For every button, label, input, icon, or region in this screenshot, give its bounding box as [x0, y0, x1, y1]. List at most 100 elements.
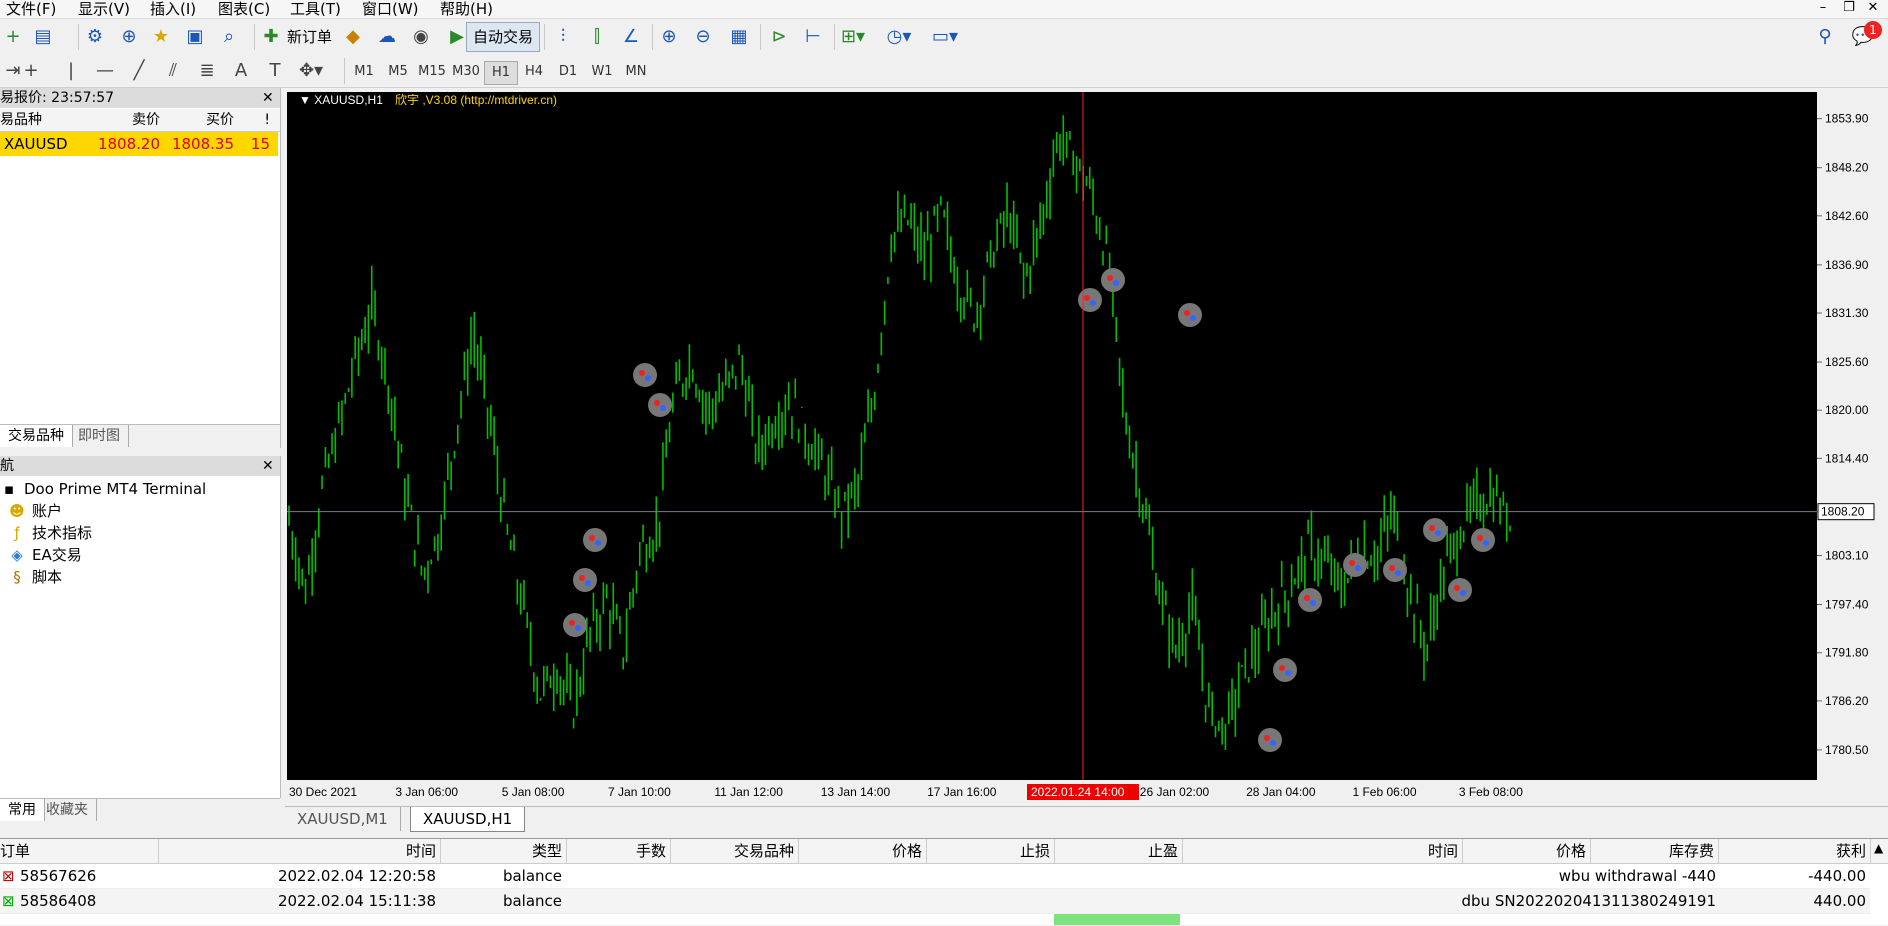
timeframe-m15[interactable]: M15	[416, 61, 448, 83]
chart-tab-m1[interactable]: XAUUSD,M1	[285, 807, 401, 831]
column-ask[interactable]: 买价	[166, 109, 234, 131]
column-tp[interactable]: 止盈	[1054, 839, 1183, 863]
nav-item-experts[interactable]: ◈ EA交易	[8, 544, 82, 566]
timeframe-h4[interactable]: H4	[518, 61, 550, 83]
periods-dropdown-icon[interactable]: ◷▾	[886, 24, 912, 50]
new-order-button[interactable]: 新订单	[280, 22, 339, 52]
nav-item-accounts[interactable]: ☻ 账户	[8, 500, 62, 522]
indicators-icon: ƒ	[14, 524, 20, 542]
timeframe-h1[interactable]: H1	[484, 61, 518, 85]
tab-symbols[interactable]: 交易品种	[0, 425, 73, 447]
close-icon[interactable]: ✕	[1864, 0, 1882, 16]
vertical-line-icon[interactable]: |	[58, 58, 84, 84]
candlestick-icon[interactable]: ⫿	[584, 24, 610, 50]
search-icon[interactable]: ⚲	[1812, 24, 1838, 50]
sell-marker	[1285, 670, 1291, 676]
terminal-window-icon[interactable]: ▣	[182, 24, 208, 50]
close-icon[interactable]: ✕	[262, 456, 274, 476]
column-sl[interactable]: 止损	[926, 839, 1055, 863]
crosshair-icon[interactable]: +	[18, 58, 44, 84]
column-sl-label: 止损	[1019, 842, 1050, 860]
market-watch-row[interactable]: XAUUSD 1808.20 1808.35 15	[0, 132, 278, 156]
timeframe-m30[interactable]: M30	[450, 61, 482, 83]
arrows-dropdown-icon[interactable]: ✥▾	[298, 58, 324, 84]
text-label-icon[interactable]: T	[262, 58, 288, 84]
menu-tools[interactable]: 工具(T)	[290, 0, 341, 19]
column-close-price[interactable]: 价格	[1462, 839, 1591, 863]
restore-icon[interactable]: ❐	[1840, 0, 1858, 16]
tab-tick-chart[interactable]: 即时图	[70, 425, 129, 447]
zoom-in-icon[interactable]: ⊕	[656, 24, 682, 50]
indicators-dropdown-icon[interactable]: ⊞▾	[840, 24, 866, 50]
auto-scroll-icon[interactable]: ⊳	[766, 24, 792, 50]
scroll-up-icon[interactable]: ▲	[1874, 841, 1883, 855]
templates-dropdown-icon[interactable]: ▭▾	[932, 24, 958, 50]
fibonacci-icon[interactable]: ≣	[194, 58, 220, 84]
data-window-icon[interactable]: ⊕	[116, 24, 142, 50]
zoom-out-icon[interactable]: ⊖	[690, 24, 716, 50]
column-spread[interactable]: !	[240, 109, 270, 131]
new-chart-icon[interactable]: +	[0, 24, 26, 50]
horizontal-line-icon[interactable]: —	[92, 58, 118, 84]
column-close-time[interactable]: 时间	[1182, 839, 1463, 863]
timeframe-mn[interactable]: MN	[620, 61, 652, 83]
chart-plot-area[interactable]	[287, 92, 1817, 780]
expert-advisors-icon: ◈	[11, 546, 23, 564]
navigator-icon[interactable]: ★	[148, 24, 174, 50]
chart-shift-icon[interactable]: ⊢	[800, 24, 826, 50]
menu-charts[interactable]: 图表(C)	[218, 0, 270, 19]
column-time[interactable]: 时间	[158, 839, 441, 863]
menu-insert[interactable]: 插入(I)	[150, 0, 196, 19]
timeframe-w1[interactable]: W1	[586, 61, 618, 83]
timeframe-d1[interactable]: D1	[552, 61, 584, 83]
trade-marker-cluster	[563, 613, 587, 637]
column-type[interactable]: 类型	[440, 839, 567, 863]
market-watch-icon[interactable]: ⚙	[82, 24, 108, 50]
auto-trading-button[interactable]: 自动交易	[466, 22, 541, 52]
timeframe-m1[interactable]: M1	[348, 61, 380, 83]
nav-item-terminal[interactable]: ▪ Doo Prime MT4 Terminal	[0, 478, 206, 500]
signals-icon[interactable]: ☁	[374, 24, 400, 50]
menu-view[interactable]: 显示(V)	[78, 0, 130, 19]
timeframe-m5[interactable]: M5	[382, 61, 414, 83]
tile-windows-icon[interactable]: ▦	[726, 24, 752, 50]
column-bid[interactable]: 卖价	[90, 109, 160, 131]
column-swap[interactable]: 库存费	[1590, 839, 1719, 863]
minimize-icon[interactable]: –	[1814, 0, 1832, 16]
menu-help[interactable]: 帮助(H)	[440, 0, 493, 19]
column-lots[interactable]: 手数	[566, 839, 671, 863]
type-cell: balance	[502, 892, 562, 910]
bar-chart-icon[interactable]: ⫶	[550, 24, 576, 50]
line-chart-icon[interactable]: ∠	[618, 24, 644, 50]
chart-window: ▼ XAUUSD,H1 欣宇 ,V3.08 (http://mtdriver.cn…	[285, 90, 1888, 802]
x-tick-label: 3 Feb 08:00	[1459, 785, 1523, 799]
close-icon[interactable]: ✕	[262, 88, 274, 108]
price-chart[interactable]: ▼ XAUUSD,H1 欣宇 ,V3.08 (http://mtdriver.cn…	[285, 90, 1888, 802]
column-profit[interactable]: 获利	[1718, 839, 1871, 863]
column-symbol[interactable]: 交易品种	[670, 839, 799, 863]
nav-item-indicators[interactable]: ƒ 技术指标	[8, 522, 92, 544]
text-icon[interactable]: A	[228, 58, 254, 84]
trendline-icon[interactable]: ╱	[126, 58, 152, 84]
buy-marker	[1454, 585, 1460, 591]
menu-window[interactable]: 窗口(W)	[362, 0, 419, 19]
tab-favorites[interactable]: 收藏夹	[38, 799, 97, 821]
column-symbol[interactable]: 易品种	[0, 109, 42, 131]
strategy-tester-icon[interactable]: ⌕	[216, 24, 242, 50]
equidistant-channel-icon[interactable]: ⫽	[160, 58, 186, 84]
nav-item-scripts[interactable]: § 脚本	[8, 566, 62, 588]
profit-cell: 440.00	[1813, 892, 1867, 910]
table-row[interactable]: ⊠ 58567626 2022.02.04 12:20:58 balance w…	[0, 864, 1870, 889]
table-row[interactable]: ⊠ 58586408 2022.02.04 15:11:38 balance d…	[0, 889, 1870, 914]
profiles-icon[interactable]: ▤	[30, 24, 56, 50]
column-order[interactable]: 订单	[0, 839, 159, 863]
navigator-tabs: 常用 收藏夹	[0, 798, 280, 825]
buy-marker	[1279, 665, 1285, 671]
column-price[interactable]: 价格	[798, 839, 927, 863]
buy-marker	[1107, 275, 1113, 281]
y-tick-label: 1814.40	[1825, 451, 1869, 465]
chart-tab-h1[interactable]: XAUUSD,H1	[410, 807, 526, 832]
market-icon[interactable]: ◉	[408, 24, 434, 50]
menu-file[interactable]: 文件(F)	[6, 0, 56, 19]
metaeditor-icon[interactable]: ◆	[340, 24, 366, 50]
